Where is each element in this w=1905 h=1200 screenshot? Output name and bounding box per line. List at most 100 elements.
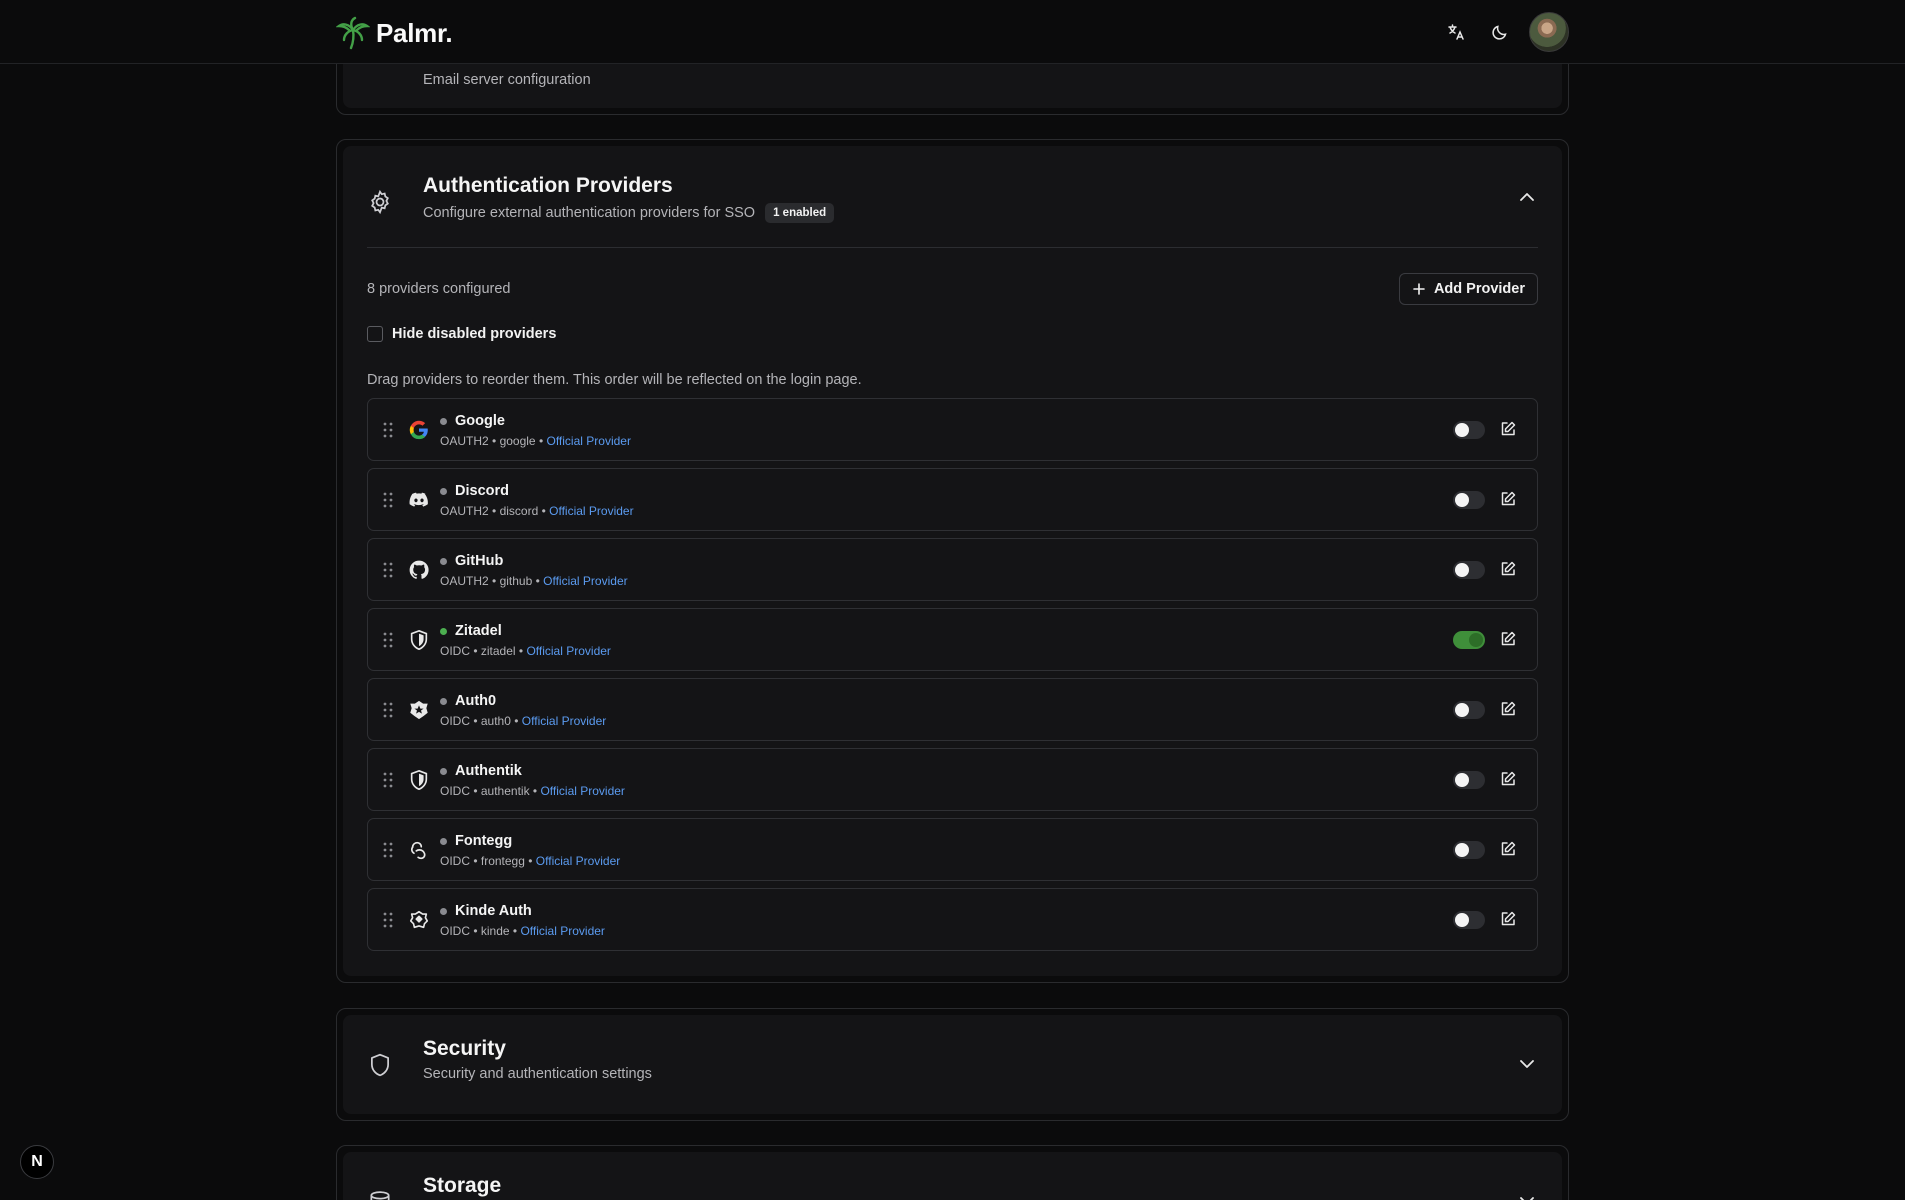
auth0-icon	[410, 700, 428, 720]
edit-icon[interactable]	[1499, 560, 1517, 578]
provider-name: Discord	[455, 483, 509, 499]
database-icon	[370, 1191, 390, 1200]
provider-row[interactable]: Auth0 OIDC • auth0 • Official Provider	[367, 678, 1538, 741]
drag-handle-icon[interactable]	[382, 421, 394, 439]
auth-providers-section: Authentication Providers Configure exter…	[336, 139, 1569, 983]
provider-meta: OAUTH2 • github • Official Provider	[440, 574, 628, 588]
provider-enable-toggle[interactable]	[1453, 841, 1485, 859]
edit-icon[interactable]	[1499, 420, 1517, 438]
provider-name: GitHub	[455, 553, 504, 569]
status-dot	[440, 697, 447, 705]
provider-name: Google	[455, 413, 505, 429]
brand-name: Palmr.	[376, 17, 453, 48]
drag-handle-icon[interactable]	[382, 491, 394, 509]
provider-row[interactable]: Google OAUTH2 • google • Official Provid…	[367, 398, 1538, 461]
reorder-hint: Drag providers to reorder them. This ord…	[367, 372, 862, 388]
edit-icon[interactable]	[1499, 840, 1517, 858]
official-provider-link[interactable]: Official Provider	[522, 714, 606, 728]
official-provider-link[interactable]: Official Provider	[536, 854, 620, 868]
provider-row[interactable]: Kinde Auth OIDC • kinde • Official Provi…	[367, 888, 1538, 951]
provider-enable-toggle[interactable]	[1453, 421, 1485, 439]
auth-section-title: Authentication Providers	[423, 174, 673, 197]
drag-handle-icon[interactable]	[382, 561, 394, 579]
status-dot	[440, 417, 447, 425]
brand[interactable]: Palmr.	[336, 16, 453, 50]
provider-enable-toggle[interactable]	[1453, 631, 1485, 649]
discord-icon	[409, 492, 428, 507]
storage-section-title: Storage	[423, 1174, 502, 1197]
chevron-up-icon[interactable]	[1516, 186, 1538, 208]
providers-count-text: 8 providers configured	[367, 281, 511, 297]
shield-icon	[410, 629, 428, 651]
translate-icon	[1448, 24, 1464, 40]
official-provider-link[interactable]: Official Provider	[520, 924, 604, 938]
provider-enable-toggle[interactable]	[1453, 491, 1485, 509]
official-provider-link[interactable]: Official Provider	[543, 574, 627, 588]
provider-name: Authentik	[455, 763, 522, 779]
language-button[interactable]	[1441, 17, 1471, 47]
edit-icon[interactable]	[1499, 490, 1517, 508]
security-section[interactable]: Security Security and authentication set…	[336, 1008, 1569, 1121]
plus-icon	[1413, 283, 1425, 295]
drag-handle-icon[interactable]	[382, 841, 394, 859]
provider-enable-toggle[interactable]	[1453, 701, 1485, 719]
provider-name: Auth0	[455, 693, 497, 709]
official-provider-link[interactable]: Official Provider	[526, 644, 610, 658]
provider-name: Zitadel	[455, 623, 502, 639]
edit-icon[interactable]	[1499, 630, 1517, 648]
drag-handle-icon[interactable]	[382, 701, 394, 719]
provider-row[interactable]: Zitadel OIDC • zitadel • Official Provid…	[367, 608, 1538, 671]
status-dot	[440, 627, 447, 635]
provider-row[interactable]: Fontegg OIDC • frontegg • Official Provi…	[367, 818, 1538, 881]
edit-icon[interactable]	[1499, 700, 1517, 718]
status-dot	[440, 487, 447, 495]
official-provider-link[interactable]: Official Provider	[540, 784, 624, 798]
hide-disabled-checkbox[interactable]	[367, 326, 383, 342]
frontegg-icon	[410, 841, 426, 860]
shield-icon	[410, 769, 428, 791]
google-icon	[409, 420, 428, 440]
provider-row[interactable]: GitHub OAUTH2 • github • Official Provid…	[367, 538, 1538, 601]
provider-meta: OIDC • zitadel • Official Provider	[440, 644, 611, 658]
hide-disabled-row: Hide disabled providers	[367, 326, 556, 342]
provider-meta: OIDC • kinde • Official Provider	[440, 924, 605, 938]
edit-icon[interactable]	[1499, 770, 1517, 788]
dev-tools-badge[interactable]: N	[20, 1145, 54, 1179]
provider-enable-toggle[interactable]	[1453, 911, 1485, 929]
security-section-subtitle: Security and authentication settings	[423, 1066, 652, 1082]
drag-handle-icon[interactable]	[382, 631, 394, 649]
provider-row[interactable]: Discord OAUTH2 • discord • Official Prov…	[367, 468, 1538, 531]
palm-logo-icon	[336, 16, 370, 50]
theme-toggle-button[interactable]	[1485, 17, 1515, 47]
provider-row[interactable]: Authentik OIDC • authentik • Official Pr…	[367, 748, 1538, 811]
provider-enable-toggle[interactable]	[1453, 561, 1485, 579]
drag-handle-icon[interactable]	[382, 771, 394, 789]
top-navbar: Palmr.	[0, 0, 1905, 64]
storage-section[interactable]: Storage	[336, 1145, 1569, 1200]
status-dot	[440, 907, 447, 915]
add-provider-button[interactable]: Add Provider	[1398, 273, 1538, 305]
provider-name: Kinde Auth	[455, 903, 532, 919]
provider-meta: OAUTH2 • google • Official Provider	[440, 434, 631, 448]
provider-meta: OIDC • frontegg • Official Provider	[440, 854, 621, 868]
status-dot	[440, 837, 447, 845]
email-section-subtitle: Email server configuration	[423, 72, 591, 88]
providers-list: Google OAUTH2 • google • Official Provid…	[367, 398, 1538, 958]
gear-icon	[371, 189, 389, 215]
security-section-title: Security	[423, 1037, 506, 1060]
provider-enable-toggle[interactable]	[1453, 771, 1485, 789]
user-avatar[interactable]	[1529, 12, 1569, 52]
official-provider-link[interactable]: Official Provider	[549, 504, 633, 518]
chevron-down-icon[interactable]	[1516, 1190, 1538, 1200]
auth-section-subtitle-text: Configure external authentication provid…	[423, 205, 756, 221]
chevron-down-icon[interactable]	[1516, 1053, 1538, 1075]
provider-name: Fontegg	[455, 833, 513, 849]
hide-disabled-label[interactable]: Hide disabled providers	[392, 326, 556, 342]
provider-meta: OIDC • authentik • Official Provider	[440, 784, 625, 798]
kinde-icon	[409, 910, 429, 929]
github-icon	[409, 560, 429, 579]
edit-icon[interactable]	[1499, 910, 1517, 928]
official-provider-link[interactable]: Official Provider	[546, 434, 630, 448]
drag-handle-icon[interactable]	[382, 911, 394, 929]
provider-meta: OAUTH2 • discord • Official Provider	[440, 504, 634, 518]
